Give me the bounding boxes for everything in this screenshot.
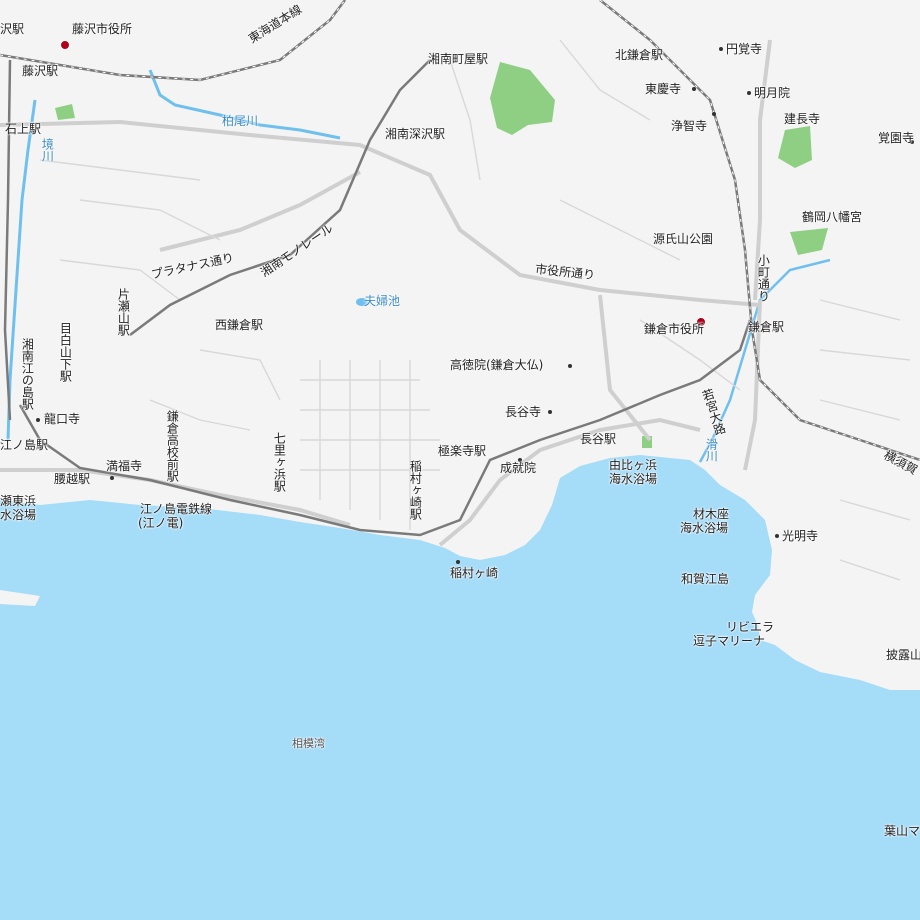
- station-hase[interactable]: 長谷駅: [580, 432, 616, 446]
- label-zaimokuza-2[interactable]: 海水浴場: [680, 521, 728, 535]
- map-canvas[interactable]: 沢駅 藤沢駅 石上駅 湘南町屋駅 湘南深沢駅 北鎌倉駅 鎌倉駅 西鎌倉駅 片瀬山…: [0, 0, 920, 920]
- label-yuigahama-1[interactable]: 由比ヶ浜: [609, 458, 657, 472]
- label-jochiji[interactable]: 浄智寺: [671, 119, 707, 133]
- label-namerikawa: 滑川: [704, 438, 719, 462]
- label-tokeiji[interactable]: 東慶寺: [645, 82, 681, 96]
- station-inamuragasaki[interactable]: 稲村ヶ崎駅: [408, 460, 422, 520]
- station-gokurakuji[interactable]: 極楽寺駅: [438, 444, 486, 458]
- label-sagami-bay: 相模湾: [292, 737, 325, 750]
- meigetsuin-dot: [747, 91, 751, 95]
- label-manpukuji[interactable]: 満福寺: [106, 459, 142, 473]
- station-kamakura[interactable]: 鎌倉駅: [748, 320, 784, 334]
- label-inamuragasaki-cape[interactable]: 稲村ヶ崎: [450, 566, 498, 580]
- label-komachi-dori: 小町通り: [756, 254, 771, 302]
- label-enoden-line: 江ノ島電鉄線: [140, 502, 213, 516]
- label-jojuin[interactable]: 成就院: [500, 461, 536, 475]
- label-kakuonji[interactable]: 覚園寺: [878, 131, 914, 145]
- label-fujisawa-city-hall[interactable]: 藤沢市役所: [72, 22, 132, 36]
- jochiji-dot: [712, 112, 716, 116]
- label-riviera-2[interactable]: 逗子マリーナ: [693, 634, 765, 648]
- label-sakaigawa: 境川: [40, 138, 55, 162]
- label-riviera-1[interactable]: リビエラ: [726, 620, 774, 634]
- label-komyoji[interactable]: 光明寺: [782, 529, 818, 543]
- label-hiroyama[interactable]: 披露山: [886, 648, 920, 662]
- label-kenchoji[interactable]: 建長寺: [784, 112, 820, 126]
- label-yuigahama-2[interactable]: 海水浴場: [609, 472, 657, 486]
- station-shonan-machiya[interactable]: 湘南町屋駅: [428, 52, 488, 66]
- label-engakuji[interactable]: 円覚寺: [726, 42, 762, 56]
- station-koshigoe[interactable]: 腰越駅: [54, 472, 90, 486]
- engakuji-dot: [719, 47, 723, 51]
- label-tsurugaoka[interactable]: 鶴岡八幡宮: [802, 210, 862, 224]
- station-enoshima[interactable]: 江ノ島駅: [0, 438, 48, 452]
- komyoji-dot: [775, 534, 779, 538]
- label-hayama[interactable]: 葉山マ: [884, 824, 920, 838]
- label-kamakura-city-hall[interactable]: 鎌倉市役所: [644, 322, 704, 336]
- label-zaimokuza-1[interactable]: 材木座: [693, 507, 729, 521]
- station-nishi-kamakura[interactable]: 西鎌倉駅: [215, 318, 263, 332]
- station-mejiroyama-shita[interactable]: 目白山下駅: [58, 322, 72, 382]
- label-wakaejima[interactable]: 和賀江島: [681, 572, 729, 586]
- station-fujisawa[interactable]: 藤沢駅: [22, 64, 58, 78]
- station-shonan-enoshima[interactable]: 湘南江の島駅: [20, 338, 34, 410]
- tokeiji-dot: [692, 87, 696, 91]
- label-hasedera[interactable]: 長谷寺: [505, 405, 541, 419]
- label-katase-beach-1[interactable]: 瀬東浜: [0, 494, 36, 508]
- station-shonan-fukasawa[interactable]: 湘南深沢駅: [385, 127, 445, 141]
- fujisawa-city-hall-marker[interactable]: [60, 40, 70, 50]
- station-kita-kamakura[interactable]: 北鎌倉駅: [615, 48, 663, 62]
- label-genjiyama[interactable]: 源氏山公園: [653, 232, 713, 246]
- inamuragasaki-dot: [456, 560, 460, 564]
- station-ishigami[interactable]: 石上駅: [5, 122, 41, 136]
- manpukuji-dot: [110, 476, 114, 480]
- station-shichirigahama[interactable]: 七里ヶ浜駅: [272, 432, 286, 492]
- label-katase-beach-2[interactable]: 水浴場: [0, 508, 36, 522]
- label-fufuike: 夫婦池: [364, 294, 401, 308]
- hasedera-dot: [548, 410, 552, 414]
- label-enoden-alias: (江ノ電): [138, 516, 184, 530]
- station-fujisawa-edge[interactable]: 沢駅: [0, 22, 24, 36]
- label-meigetsuin[interactable]: 明月院: [754, 86, 790, 100]
- label-kashiogawa: 柏尾川: [222, 114, 259, 128]
- ryukoji-dot: [36, 418, 40, 422]
- kotokuin-dot: [568, 364, 572, 368]
- label-kotokuin[interactable]: 高徳院(鎌倉大仏): [450, 358, 543, 372]
- label-ryukoji[interactable]: 龍口寺: [44, 412, 80, 426]
- station-kamakura-koko-mae[interactable]: 鎌倉高校前駅: [165, 410, 179, 482]
- station-katase-yama[interactable]: 片瀬山駅: [116, 288, 130, 336]
